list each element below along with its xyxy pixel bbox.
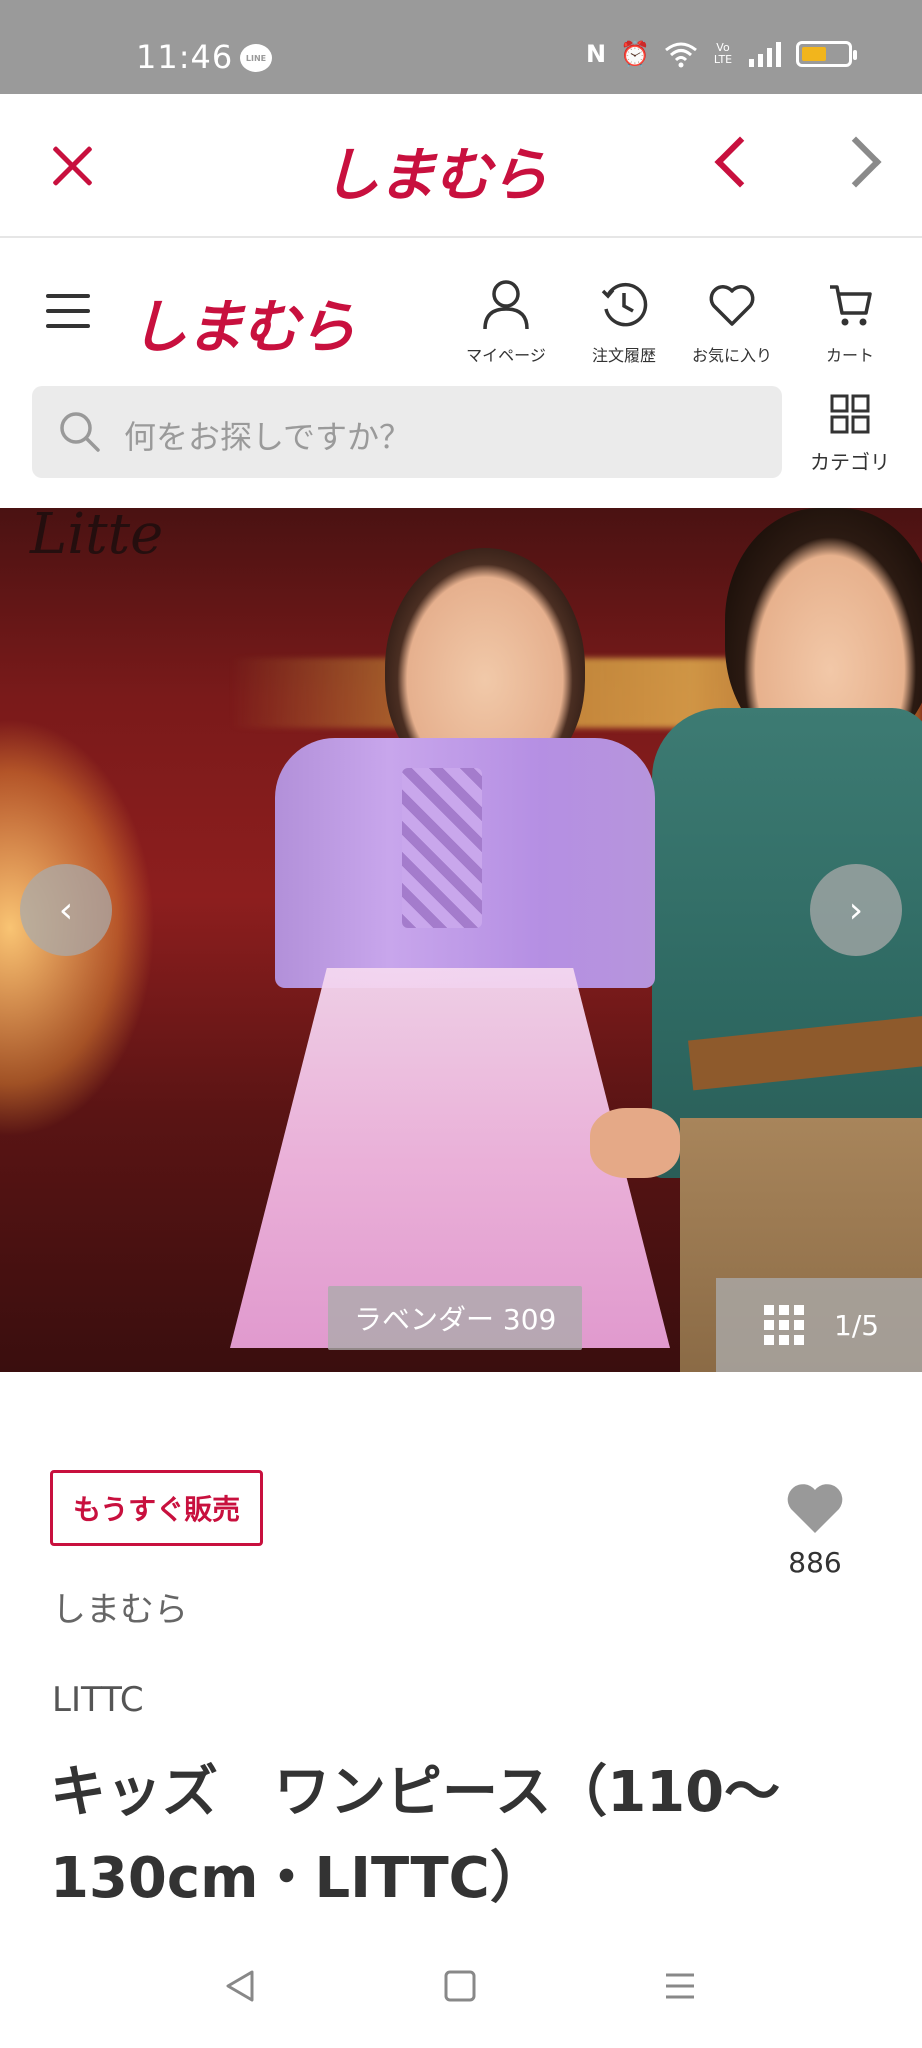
chevron-right-icon: ›	[848, 889, 864, 931]
holding-hands	[590, 1108, 680, 1178]
sub-brand-name: LITTC	[52, 1680, 144, 1720]
top-logo: しまむら	[322, 141, 548, 209]
mypage-label: マイページ	[466, 346, 546, 365]
line-notification-icon: LINE	[240, 44, 272, 72]
image-counter-text: 1/5	[834, 1308, 880, 1342]
product-info: もうすぐ販売 886 しまむら LITTC キッズ ワンピース（110〜130c…	[0, 1372, 922, 1932]
image-counter[interactable]: 1/5	[716, 1278, 922, 1372]
alarm-icon: ⏰	[620, 40, 650, 68]
cart-icon	[790, 276, 910, 334]
background-lettering: Litte	[30, 508, 164, 567]
chevron-left-icon: ‹	[58, 889, 74, 931]
person-icon	[446, 276, 566, 334]
status-bar: 11:46 LINE N ⏰ Vo LTE	[0, 0, 922, 94]
menu-icon[interactable]	[46, 294, 90, 330]
favorites-button[interactable]: お気に入り	[672, 276, 792, 366]
favorite-count: 886	[788, 1546, 842, 1579]
search-row: 何をお探しですか？ カテゴリ	[0, 384, 922, 494]
battery-icon	[796, 41, 857, 67]
thumbnail-grid-icon	[764, 1305, 804, 1345]
signal-icon	[749, 42, 781, 67]
heart-filled-icon	[787, 1484, 843, 1533]
volte-icon: Vo LTE	[713, 41, 733, 66]
nav-back-icon[interactable]	[222, 1968, 258, 2004]
site-header: しまむら マイページ 注文履歴 お気に入り カート	[0, 240, 922, 380]
close-button[interactable]	[46, 140, 98, 192]
category-label: カテゴリ	[810, 450, 890, 474]
cart-button[interactable]: カート	[790, 276, 910, 366]
girl-dress-lace	[402, 768, 482, 928]
color-label: ラベンダー 309	[328, 1286, 583, 1350]
grid-icon	[830, 394, 870, 434]
status-time: 11:46	[136, 38, 234, 76]
search-placeholder: 何をお探しですか？	[124, 418, 412, 456]
top-bar: しまむら	[0, 94, 922, 238]
site-logo[interactable]: しまむら	[130, 280, 356, 364]
order-history-button[interactable]: 注文履歴	[564, 276, 684, 366]
clock-icon	[564, 276, 684, 334]
nav-home-icon[interactable]	[442, 1968, 478, 2004]
status-badge: もうすぐ販売	[50, 1470, 264, 1546]
nfc-icon: N	[586, 40, 607, 68]
next-image-button[interactable]: ›	[810, 864, 902, 956]
wifi-icon	[665, 42, 697, 68]
system-nav-bar	[0, 1932, 922, 2048]
nav-menu-icon[interactable]	[662, 1968, 698, 2004]
product-image[interactable]: Litte ‹ › ラベンダー 309 1/5	[0, 508, 922, 1372]
status-icons: N ⏰ Vo LTE	[586, 40, 857, 68]
favorite-button[interactable]: 886	[780, 1480, 850, 1579]
search-icon	[60, 412, 100, 452]
back-button[interactable]	[714, 136, 766, 188]
favorites-label: お気に入り	[691, 346, 772, 365]
category-button[interactable]: カテゴリ	[800, 394, 900, 475]
cart-label: カート	[825, 346, 874, 365]
mypage-button[interactable]: マイページ	[446, 276, 566, 366]
prev-image-button[interactable]: ‹	[20, 864, 112, 956]
heart-icon	[672, 276, 792, 334]
product-title: キッズ ワンピース（110〜130cm・LITTC）	[50, 1760, 781, 1911]
brand-name[interactable]: しまむら	[52, 1582, 188, 1631]
forward-button[interactable]	[830, 136, 882, 188]
search-input[interactable]: 何をお探しですか？	[32, 386, 782, 478]
order-history-label: 注文履歴	[591, 346, 656, 365]
